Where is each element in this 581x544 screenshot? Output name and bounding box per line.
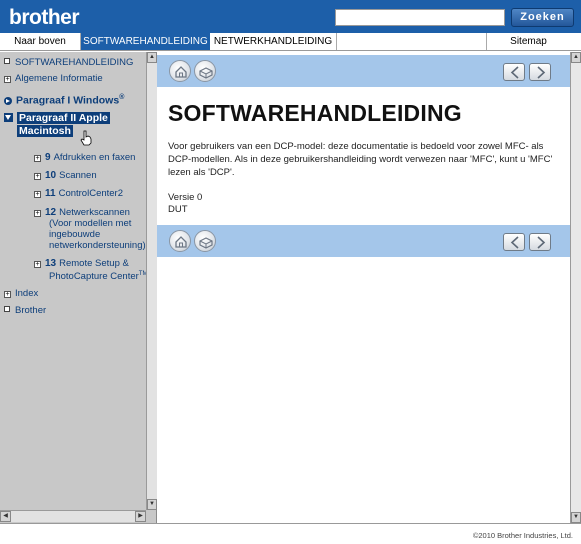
toc-item-brother[interactable]: Brother bbox=[4, 305, 46, 316]
hand-cursor-icon bbox=[80, 130, 92, 146]
toc-item-label: Afdrukken en faxen bbox=[53, 152, 136, 163]
toc-item-label: Paragraaf II Apple bbox=[17, 112, 110, 124]
toc-item-chapter-13-line2[interactable]: PhotoCapture CenterTM bbox=[49, 269, 146, 282]
page-icon bbox=[4, 306, 10, 312]
sidebar-horizontal-scrollbar[interactable]: ◀ ▶ bbox=[0, 510, 146, 522]
toc-item-chapter-11[interactable]: +11 ControlCenter2 bbox=[34, 188, 123, 199]
tab-software-guide[interactable]: SOFTWAREHANDLEIDING bbox=[81, 33, 210, 50]
home-button[interactable] bbox=[169, 60, 191, 82]
toc-item-chapter-12-line3[interactable]: ingebouwde bbox=[49, 229, 100, 240]
toc-item-label: ControlCenter2 bbox=[58, 188, 123, 199]
bottom-toolbar-band bbox=[157, 225, 570, 257]
chapter-number: 13 bbox=[45, 258, 57, 269]
toc-item-label: Paragraaf I Windows bbox=[16, 94, 120, 107]
expand-icon[interactable]: + bbox=[4, 291, 11, 298]
chapter-number: 12 bbox=[45, 207, 57, 218]
expand-icon[interactable]: + bbox=[34, 155, 41, 162]
search-input[interactable] bbox=[335, 9, 505, 26]
previous-page-button[interactable] bbox=[503, 233, 525, 251]
expand-icon[interactable]: + bbox=[34, 191, 41, 198]
page-title: SOFTWAREHANDLEIDING bbox=[168, 100, 462, 126]
toc-item-label: PhotoCapture Center bbox=[49, 271, 139, 283]
printer-icon bbox=[199, 67, 213, 79]
page-icon bbox=[4, 58, 10, 64]
arrow-right-icon bbox=[537, 236, 546, 249]
arrow-left-icon bbox=[510, 66, 519, 79]
print-button[interactable] bbox=[194, 230, 216, 252]
search-button[interactable]: Zoeken bbox=[511, 8, 574, 27]
toc-item-chapter-12[interactable]: +12 Netwerkscannen bbox=[34, 207, 130, 218]
toc-item-label: Macintosh bbox=[17, 125, 73, 137]
nav-back-to-top[interactable]: Naar boven bbox=[0, 33, 81, 50]
toc-item-label: Brother bbox=[15, 305, 47, 316]
previous-page-button[interactable] bbox=[503, 63, 525, 81]
expand-icon[interactable]: + bbox=[4, 76, 11, 83]
toc-item-label: Index bbox=[15, 288, 39, 299]
toc-item-chapter-10[interactable]: +10 Scannen bbox=[34, 170, 97, 181]
trademark-mark: TM bbox=[138, 271, 146, 277]
version-text: Versie 0 bbox=[168, 192, 203, 203]
next-page-button[interactable] bbox=[529, 233, 551, 251]
toc-item-label: Scannen bbox=[59, 170, 97, 181]
chapter-number: 11 bbox=[45, 188, 56, 199]
scroll-left-arrow-icon[interactable]: ◀ bbox=[0, 511, 11, 522]
nav-sitemap[interactable]: Sitemap bbox=[486, 33, 570, 50]
toc-item-apple-macintosh[interactable]: Paragraaf II Apple bbox=[4, 112, 110, 124]
brother-logo: brother bbox=[9, 6, 80, 29]
scroll-down-arrow-icon[interactable]: ▼ bbox=[147, 499, 157, 510]
chapter-number: 10 bbox=[45, 170, 57, 181]
sidebar-toc: SOFTWAREHANDLEIDING + Algemene Informatie… bbox=[0, 52, 157, 523]
toc-item-index[interactable]: + Index bbox=[4, 288, 38, 299]
content-pane: SOFTWAREHANDLEIDING Voor gebruikers van … bbox=[157, 52, 570, 523]
collapsed-section-icon[interactable] bbox=[4, 96, 12, 105]
intro-paragraph: Voor gebruikers van een DCP-model: deze … bbox=[168, 141, 553, 178]
toc-item-label: Netwerkscannen bbox=[59, 207, 130, 218]
expand-icon[interactable]: + bbox=[34, 261, 41, 268]
footer: ©2010 Brother Industries, Ltd. bbox=[0, 523, 581, 544]
language-code: DUT bbox=[168, 204, 188, 215]
home-icon bbox=[175, 236, 187, 248]
print-button[interactable] bbox=[194, 60, 216, 82]
copyright-text: ©2010 Brother Industries, Ltd. bbox=[472, 531, 573, 540]
home-button[interactable] bbox=[169, 230, 191, 252]
expand-icon[interactable]: + bbox=[34, 210, 41, 217]
next-page-button[interactable] bbox=[529, 63, 551, 81]
toc-item-label: Algemene Informatie bbox=[15, 73, 103, 84]
scroll-up-arrow-icon[interactable]: ▲ bbox=[571, 52, 581, 63]
home-icon bbox=[175, 66, 187, 78]
header-bar: brother Zoeken bbox=[0, 0, 581, 33]
arrow-right-icon bbox=[537, 66, 546, 79]
toc-tree: SOFTWAREHANDLEIDING + Algemene Informatie… bbox=[0, 52, 146, 510]
tab-network-guide[interactable]: NETWERKHANDLEIDING bbox=[210, 33, 337, 50]
arrow-left-icon bbox=[510, 236, 519, 249]
toc-item-algemene-informatie[interactable]: + Algemene Informatie bbox=[4, 73, 103, 84]
content-vertical-scrollbar[interactable]: ▲ ▼ bbox=[570, 52, 581, 523]
top-navigation: Naar boven SOFTWAREHANDLEIDING NETWERKHA… bbox=[0, 33, 581, 51]
toc-item-label: Remote Setup & bbox=[59, 258, 129, 269]
toc-item-label: SOFTWAREHANDLEIDING bbox=[15, 57, 134, 68]
toc-item-softwarehandleiding[interactable]: SOFTWAREHANDLEIDING bbox=[4, 57, 133, 68]
sidebar-vertical-scrollbar[interactable]: ▲ ▼ bbox=[146, 52, 157, 510]
toc-item-apple-macintosh-line2[interactable]: Macintosh bbox=[17, 125, 73, 137]
chapter-number: 9 bbox=[45, 152, 51, 163]
scroll-down-arrow-icon[interactable]: ▼ bbox=[571, 512, 581, 523]
toc-item-chapter-12-line4[interactable]: netwerkondersteuning) bbox=[49, 240, 146, 251]
top-toolbar-band bbox=[157, 55, 570, 87]
toc-item-chapter-9[interactable]: +9 Afdrukken en faxen bbox=[34, 152, 135, 163]
expand-icon[interactable]: + bbox=[34, 173, 41, 180]
toc-item-chapter-13[interactable]: +13 Remote Setup & bbox=[34, 258, 129, 269]
scroll-up-arrow-icon[interactable]: ▲ bbox=[147, 52, 157, 63]
registered-mark: ® bbox=[119, 94, 125, 101]
printer-icon bbox=[199, 237, 213, 249]
help-viewer-window: brother Zoeken Naar boven SOFTWAREHANDLE… bbox=[0, 0, 581, 544]
toc-item-windows[interactable]: Paragraaf I Windows® bbox=[4, 92, 124, 107]
expanded-section-icon[interactable] bbox=[4, 113, 13, 122]
scroll-right-arrow-icon[interactable]: ▶ bbox=[135, 511, 146, 522]
toc-item-chapter-12-line2[interactable]: (Voor modellen met bbox=[49, 218, 131, 229]
